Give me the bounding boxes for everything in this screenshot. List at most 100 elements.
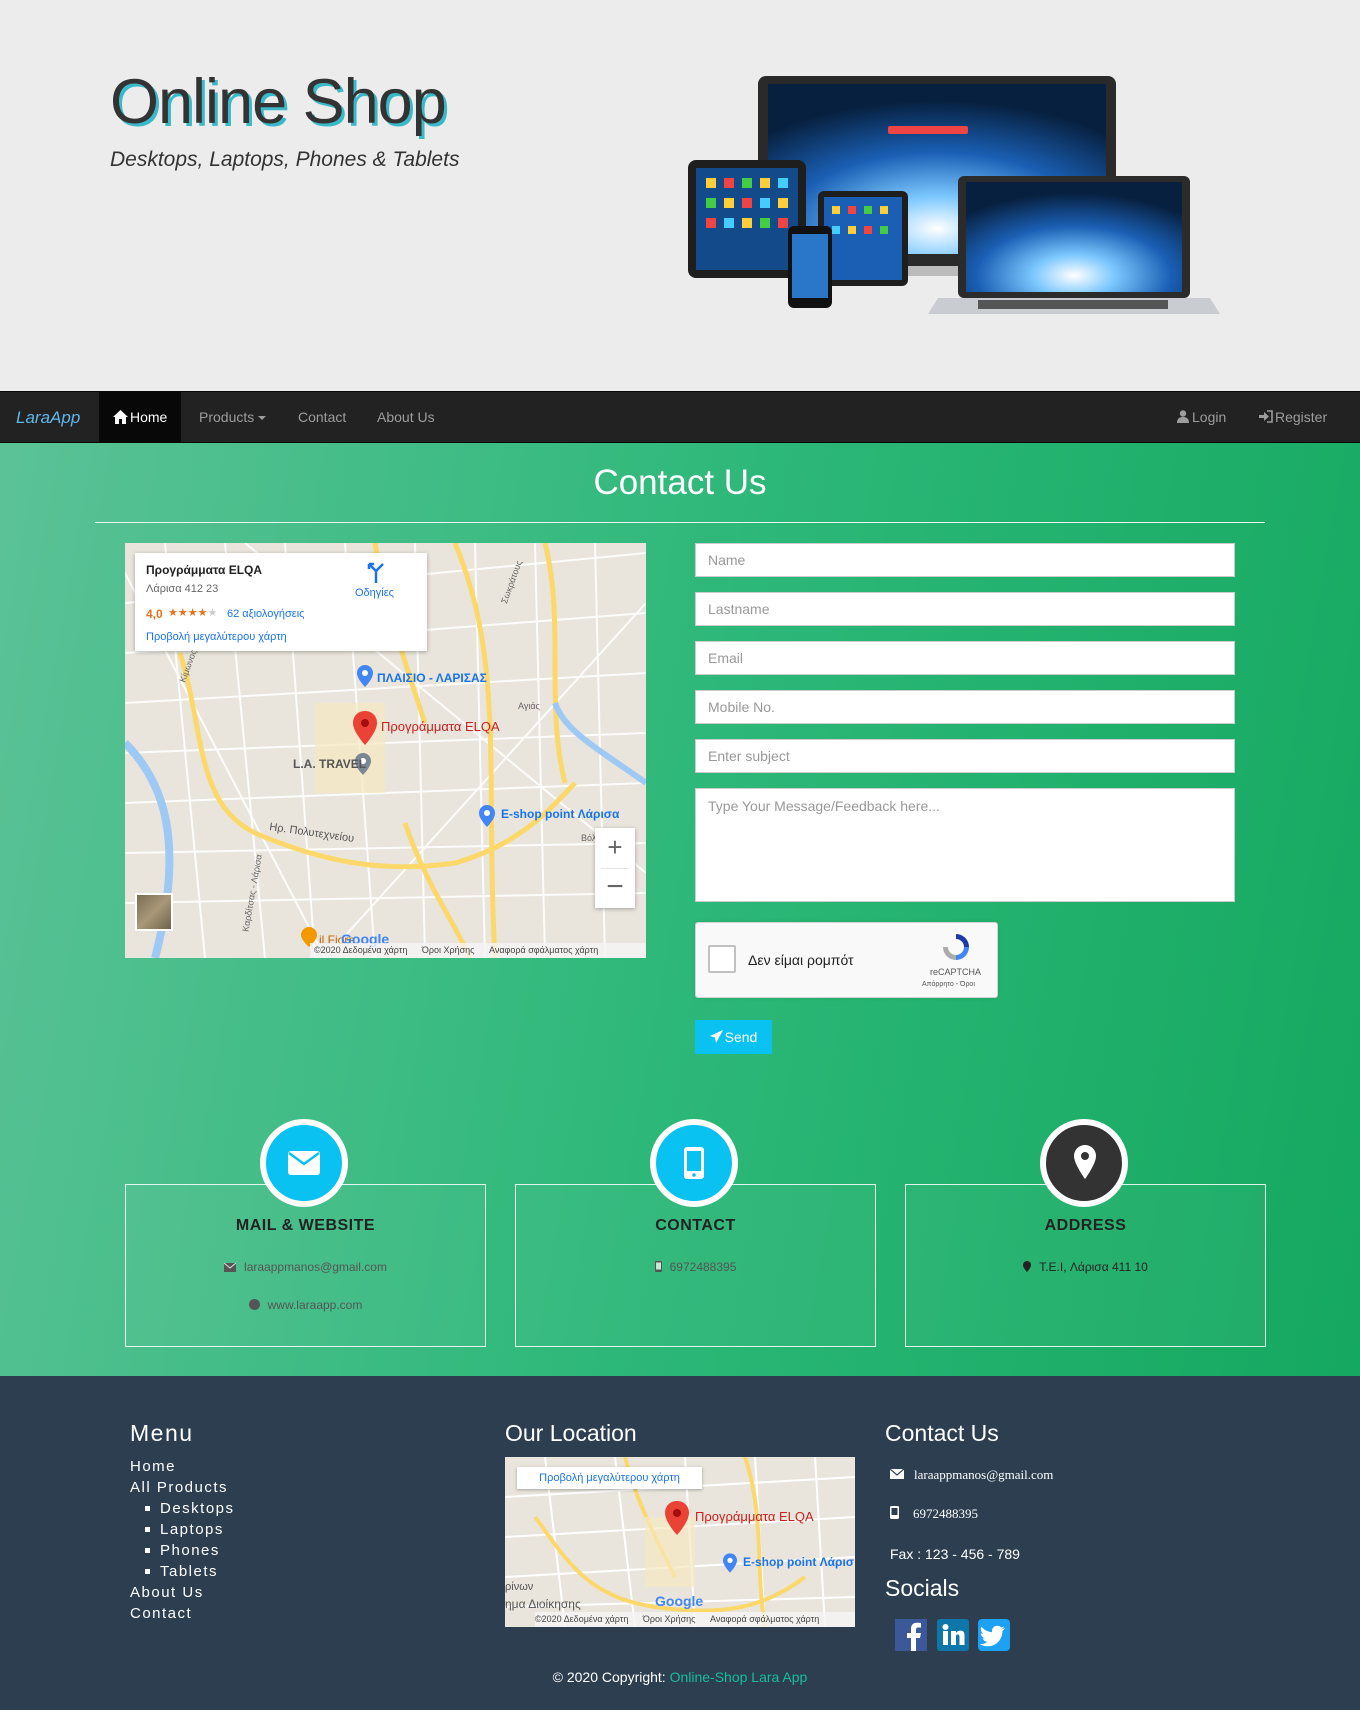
twitter-icon[interactable] xyxy=(978,1619,1010,1651)
box-website-link[interactable]: www.laraapp.com xyxy=(268,1298,363,1312)
map-place-card: Προγράμματα ELQA Λάρισα 412 23 4,0 ★★★★★… xyxy=(135,553,427,651)
box-phone[interactable]: 6972488395 xyxy=(670,1260,737,1274)
footer-phone-line: 6972488395 xyxy=(890,1506,978,1523)
directions-icon[interactable] xyxy=(365,561,387,588)
site-subtitle: Desktops, Laptops, Phones & Tablets xyxy=(110,148,460,171)
footer-map-larger-link[interactable]: Προβολή μεγαλύτερου χάρτη xyxy=(517,1467,702,1489)
map-report-link[interactable]: Αναφορά σφάλματος χάρτη xyxy=(489,945,598,955)
zoom-in-button[interactable]: + xyxy=(595,828,635,868)
navbar: LaraApp Home Products Contact About Us L… xyxy=(0,391,1360,443)
contact-circle xyxy=(650,1119,738,1207)
nav-products-label: Products xyxy=(199,409,255,425)
map-label-travel: L.A. TRAVEL xyxy=(293,757,367,771)
lastname-input[interactable]: Lastname xyxy=(695,592,1235,626)
contact-box-title: CONTACT xyxy=(655,1217,736,1234)
contact-box: CONTACT 6972488395 xyxy=(515,1184,876,1347)
copyright-link[interactable]: Online-Shop Lara App xyxy=(670,1669,808,1685)
map-directions-label[interactable]: Οδηγίες xyxy=(355,587,394,599)
footer-map-attribution: ©2020 Δεδομένα χάρτη Όροι Χρήσης Αναφορά… xyxy=(535,1612,855,1627)
map-label-agias: Αγιάς xyxy=(518,701,540,711)
website-line: www.laraapp.com xyxy=(126,1298,485,1313)
mail-line: laraappmanos@gmail.com xyxy=(126,1260,485,1275)
map-larger-link[interactable]: Προβολή μεγαλύτερου χάρτη xyxy=(146,631,287,643)
facebook-icon[interactable] xyxy=(895,1619,927,1651)
footer-link-tablets[interactable]: Tablets xyxy=(130,1561,235,1582)
user-icon xyxy=(1177,393,1189,443)
map-label-plaisio: ΠΛΑΙΣΙΟ - ΛΑΡΙΣΑΣ xyxy=(377,671,487,685)
map-pin-eshop-icon xyxy=(479,805,495,832)
map-reviews-link[interactable]: 62 αξιολογήσεις xyxy=(227,608,304,620)
footer-map-label-eshop: E-shop point Λάρισ xyxy=(743,1555,854,1569)
footer-email[interactable]: laraappmanos@gmail.com xyxy=(914,1467,1053,1482)
subject-input[interactable]: Enter subject xyxy=(695,739,1235,773)
send-button[interactable]: Send xyxy=(695,1020,772,1054)
nav-about[interactable]: About Us xyxy=(363,392,449,442)
email-input[interactable]: Email xyxy=(695,641,1235,675)
contact-form: Name Lastname Email Mobile No. Enter sub… xyxy=(695,543,1235,917)
navbar-brand[interactable]: LaraApp xyxy=(16,408,80,428)
recaptcha-logo-icon xyxy=(940,931,972,968)
contact-section: Contact Us Προγράμματα ELQA Λάρισα 412 2… xyxy=(0,443,1360,1376)
google-map[interactable]: Προγράμματα ELQA Λάρισα 412 23 4,0 ★★★★★… xyxy=(125,543,646,958)
footer: Menu Home All Products Desktops Laptops … xyxy=(0,1376,1360,1710)
paper-plane-icon xyxy=(709,1021,723,1055)
box-email-link[interactable]: laraappmanos@gmail.com xyxy=(244,1260,387,1274)
footer-map[interactable]: Προβολή μεγαλύτερου χάρτη Προγράμματα EL… xyxy=(505,1457,855,1627)
nav-contact[interactable]: Contact xyxy=(284,392,360,442)
message-textarea[interactable]: Type Your Message/Feedback here... xyxy=(695,788,1235,902)
name-input[interactable]: Name xyxy=(695,543,1235,577)
send-button-label: Send xyxy=(724,1029,758,1045)
footer-email-line: laraappmanos@gmail.com xyxy=(889,1467,1053,1483)
globe-icon xyxy=(248,1299,260,1313)
footer-link-laptops[interactable]: Laptops xyxy=(130,1519,235,1540)
map-marker-icon xyxy=(353,711,377,750)
footer-fax: Fax : 123 - 456 - 789 xyxy=(890,1546,1020,1562)
map-label-marker: Προγράμματα ELQA xyxy=(381,719,500,734)
devices-image xyxy=(688,76,1220,314)
divider xyxy=(95,522,1265,523)
footer-map-data-text: ©2020 Δεδομένα χάρτη xyxy=(535,1614,629,1624)
envelope-small-icon xyxy=(223,1261,237,1275)
nav-register-label: Register xyxy=(1275,409,1328,425)
footer-link-contact[interactable]: Contact xyxy=(130,1603,235,1624)
nav-register[interactable]: Register xyxy=(1245,392,1341,442)
box-address: T.E.I, Λάρισα 411 10 xyxy=(1039,1260,1148,1274)
footer-map-report-link[interactable]: Αναφορά σφάλματος χάρτη xyxy=(710,1614,819,1624)
zoom-out-button[interactable]: − xyxy=(595,868,635,908)
map-pin-shop-icon xyxy=(357,665,373,692)
sign-in-icon xyxy=(1259,393,1273,443)
caret-down-icon xyxy=(258,416,267,421)
home-icon xyxy=(113,394,128,444)
recaptcha-links[interactable]: Απόρρητο - Όροι xyxy=(922,981,975,988)
map-satellite-thumb[interactable] xyxy=(135,893,173,931)
footer-link-phones[interactable]: Phones xyxy=(130,1540,235,1561)
mobile-input[interactable]: Mobile No. xyxy=(695,690,1235,724)
linkedin-icon[interactable] xyxy=(937,1619,969,1651)
footer-contact-title: Contact Us xyxy=(885,1420,999,1446)
nav-home[interactable]: Home xyxy=(99,392,182,444)
footer-menu: Home All Products Desktops Laptops Phone… xyxy=(130,1456,235,1624)
contact-title: Contact Us xyxy=(593,463,767,502)
map-rating: 4,0 xyxy=(146,607,163,621)
copyright: © 2020 Copyright: Online-Shop Lara App xyxy=(0,1669,1360,1685)
footer-menu-title: Menu xyxy=(130,1420,194,1446)
footer-link-home[interactable]: Home xyxy=(130,1456,235,1477)
nav-products-dropdown[interactable]: Products xyxy=(185,392,280,442)
footer-location-title: Our Location xyxy=(505,1420,637,1446)
recaptcha-brand: reCAPTCHA xyxy=(930,967,982,977)
recaptcha-checkbox[interactable] xyxy=(708,945,736,973)
site-title: Online Shop xyxy=(110,67,447,137)
mobile-phone-icon xyxy=(684,1147,704,1179)
footer-link-about[interactable]: About Us xyxy=(130,1582,235,1603)
address-circle xyxy=(1040,1119,1128,1207)
hero-header: Online Shop Desktops, Laptops, Phones & … xyxy=(0,0,1360,391)
map-place-address: Λάρισα 412 23 xyxy=(146,583,219,595)
footer-phone[interactable]: 6972488395 xyxy=(913,1506,978,1521)
footer-map-terms-link[interactable]: Όροι Χρήσης xyxy=(643,1614,696,1624)
recaptcha-widget: Δεν είμαι ρομπότ reCAPTCHA Απόρρητο - Όρ… xyxy=(695,922,998,998)
map-terms-link[interactable]: Όροι Χρήσης xyxy=(422,945,475,955)
nav-login[interactable]: Login xyxy=(1163,392,1240,442)
nav-home-label: Home xyxy=(130,409,168,425)
footer-link-desktops[interactable]: Desktops xyxy=(130,1498,235,1519)
footer-link-all-products[interactable]: All Products xyxy=(130,1477,235,1498)
